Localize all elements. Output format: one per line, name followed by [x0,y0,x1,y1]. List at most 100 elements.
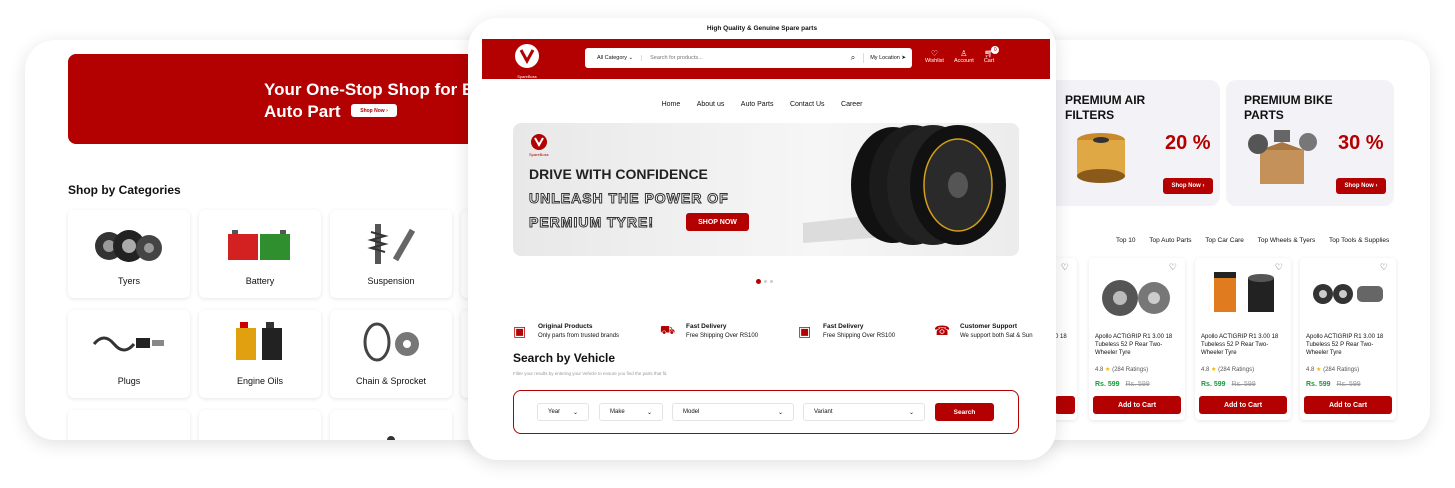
category-select[interactable]: All Category ⌄ [585,55,643,61]
header-actions: ♡ Wishlist ♙ Account 🛒︎ Cart 0 [925,46,1000,64]
carousel-dot[interactable] [764,280,767,283]
promo-title-2: PARTS [1244,108,1284,122]
hero-line-3: PERMIUM TYRE! [529,214,654,231]
product-name[interactable]: Apollo ACTIGRIP R1 3.00 18 Tubeless 52 P… [1201,333,1287,357]
category-tile-chain-sprocket[interactable]: Chain & Sprocket [330,310,452,398]
site-logo[interactable]: SpareBoss [512,43,542,79]
product-name[interactable]: Apollo ACTIGRIP R1 3.00 18 Tubeless 52 P… [1306,333,1392,357]
product-name[interactable]: Apollo ACTIGRIP R1 3.00 18 Tubeless 52 P… [1095,333,1181,357]
promo-card-air-filters[interactable]: PREMIUM AIR FILTERS 20 % Shop Now › [1047,80,1220,206]
tab-top-wheels-tyers[interactable]: Top Wheels & Tyers [1258,237,1316,244]
tab-top-tools-supplies[interactable]: Top Tools & Supplies [1329,237,1389,244]
carousel-dots [756,279,773,284]
category-tile-battery[interactable]: Battery [199,210,321,298]
search-by-vehicle-subtitle: Filter your results by entering your Veh… [513,371,668,376]
vehicle-search-button[interactable]: Search [935,403,994,421]
product-tabs: Top 10 Top Auto Parts Top Car Care Top W… [1116,237,1389,244]
feature-customer-support: ☎ Customer Support We support both Sat & … [934,323,1033,339]
promo-title-2: FILTERS [1065,108,1115,122]
nav-about-us[interactable]: About us [697,101,725,108]
lights-icon [220,428,300,440]
make-select[interactable]: Make ⌄ [599,403,663,421]
tab-top-car-care[interactable]: Top Car Care [1205,237,1244,244]
promo-card-bike-parts[interactable]: PREMIUM BIKE PARTS 30 % Shop Now › [1226,80,1394,206]
feature-title: Fast Delivery [686,323,727,330]
box-icon: ▣ [798,323,812,339]
category-tile-partial[interactable] [199,410,321,440]
nav-auto-parts[interactable]: Auto Parts [741,101,774,108]
star-icon: ★ [1105,367,1111,373]
old-price: Rs. 599 [1336,381,1361,388]
product-name-partial: 0 18 [1055,334,1067,340]
hero-line-2: UNLEASH THE POWER OF [529,190,729,207]
product-card[interactable]: ♡ Apollo ACTIGRIP R1 3.00 18 Tubeless 52… [1195,258,1291,420]
rating-value: 4.8 [1201,367,1210,373]
model-select-value: Model [683,409,700,415]
category-label: Plugs [117,376,141,386]
spareboss-logo-icon [531,134,547,150]
product-card[interactable]: ♡ Apollo ACTIGRIP R1 3.00 18 Tubeless 52… [1300,258,1396,420]
spareboss-logo-icon [515,44,539,68]
category-tile-partial[interactable] [68,410,190,440]
search-by-vehicle-title: Search by Vehicle [513,351,616,365]
promo-title-1: PREMIUM BIKE [1244,93,1333,107]
feature-sub: We support both Sat & Sun [960,333,1033,339]
carousel-dot[interactable] [770,280,773,283]
my-location-label: My Location [870,55,900,61]
my-location-button[interactable]: My Location ➤ [864,55,912,61]
banner-heading-1: Your One-Stop Shop for E [264,80,474,99]
promo-discount: 20 % [1165,132,1211,154]
hero-shop-now-button[interactable]: SHOP NOW [686,213,749,231]
model-select[interactable]: Model ⌄ [672,403,794,421]
promo-discount: 30 % [1338,132,1384,154]
category-tile-partial[interactable] [330,410,452,440]
hero-banner-left: Your One-Stop Shop for E Auto Part Shop … [68,54,508,144]
banner-shop-now-button[interactable]: Shop Now › [351,104,397,117]
brake-disc-icon [1102,280,1170,316]
wishlist-heart-icon[interactable]: ♡ [1061,262,1069,273]
make-select-value: Make [610,409,625,415]
chevron-down-icon: ⌄ [572,409,578,416]
category-tile-engine-oils[interactable]: Engine Oils [199,310,321,398]
category-tile-tyers[interactable]: Tyers [68,210,190,298]
category-label: Battery [245,276,275,286]
site-header: SpareBoss All Category ⌄ ⌕ My Location ➤… [482,39,1050,79]
search-input[interactable] [642,55,843,61]
search-icon[interactable]: ⌕ [843,53,865,63]
chevron-down-icon: ⌄ [908,409,914,416]
add-to-cart-button[interactable] [1055,396,1075,414]
heart-icon: ♡ [930,49,939,58]
rating-count: (284 Ratings) [1323,367,1360,373]
category-label: Chain & Sprocket [355,376,427,386]
add-to-cart-button[interactable]: Add to Cart [1304,396,1392,414]
nav-contact-us[interactable]: Contact Us [790,101,825,108]
category-label: Engine Oils [236,376,284,386]
year-select[interactable]: Year ⌄ [537,403,589,421]
feature-original-products: ▣ Original Products Only parts from trust… [513,323,619,339]
wishlist-button[interactable]: ♡ Wishlist [925,49,944,64]
tab-top-auto-parts[interactable]: Top Auto Parts [1149,237,1191,244]
promo-shop-now-button[interactable]: Shop Now › [1163,178,1213,194]
category-tile-plugs[interactable]: Plugs [68,310,190,398]
promo-shop-now-button[interactable]: Shop Now › [1336,178,1386,194]
variant-select-value: Variant [814,409,833,415]
category-tile-suspension[interactable]: Suspension [330,210,452,298]
year-select-value: Year [548,409,561,415]
add-to-cart-button[interactable]: Add to Cart [1093,396,1181,414]
center-screen-card: High Quality & Genuine Spare parts Spare… [468,18,1056,460]
category-label: Suspension [367,276,415,286]
bike-parts-box-icon [1248,130,1317,184]
account-button[interactable]: ♙ Account [954,49,974,64]
tab-top-10[interactable]: Top 10 [1116,237,1136,244]
chain-sprocket-icon [363,322,419,362]
category-label: Tyers [117,276,140,286]
nav-home[interactable]: Home [662,101,681,108]
carousel-dot-active[interactable] [756,279,761,284]
product-card[interactable]: ♡ Apollo ACTIGRIP R1 3.00 18 Tubeless 52… [1089,258,1185,420]
hero-line-1: DRIVE WITH CONFIDENCE [529,166,708,182]
nav-career[interactable]: Career [841,101,862,108]
feature-fast-delivery: ⛟ Fast Delivery Free Shipping Over RS100 [660,323,758,339]
variant-select[interactable]: Variant ⌄ [803,403,925,421]
add-to-cart-button[interactable]: Add to Cart [1199,396,1287,414]
cart-button[interactable]: 🛒︎ Cart 0 [984,46,1000,64]
